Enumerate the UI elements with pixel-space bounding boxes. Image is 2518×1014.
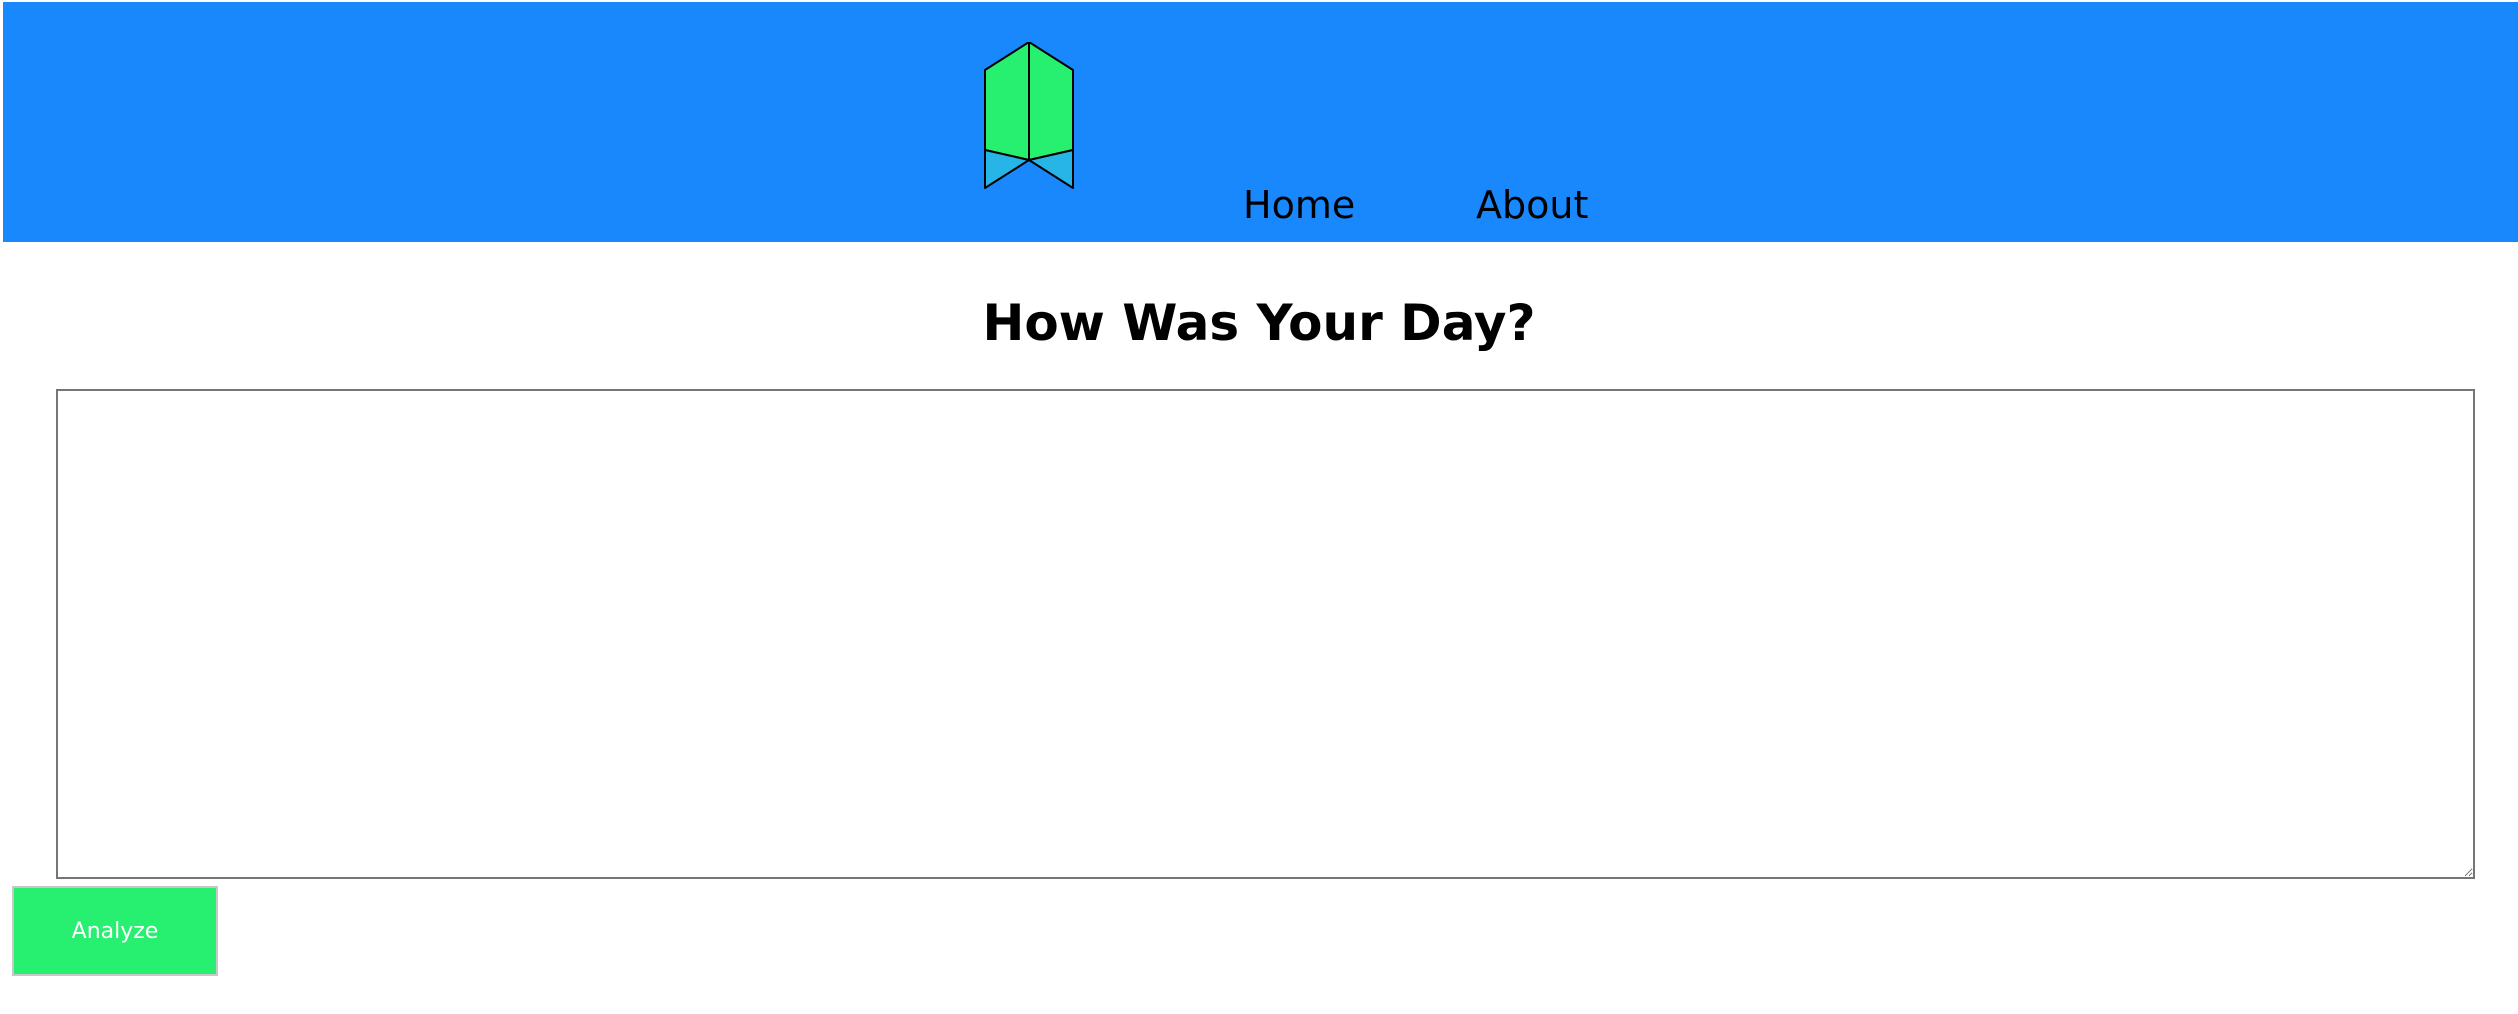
nav-home-link[interactable]: Home: [1243, 178, 1355, 232]
nav-about-link[interactable]: About: [1476, 178, 1588, 232]
site-header: Home About: [3, 2, 2518, 242]
day-entry-textarea[interactable]: [56, 389, 2475, 879]
page: Home About How Was Your Day? Analyze: [0, 0, 2518, 1014]
analyze-button[interactable]: Analyze: [12, 886, 218, 976]
ribbon-bookmark-icon[interactable]: [983, 42, 1079, 192]
page-title: How Was Your Day?: [982, 294, 1536, 352]
